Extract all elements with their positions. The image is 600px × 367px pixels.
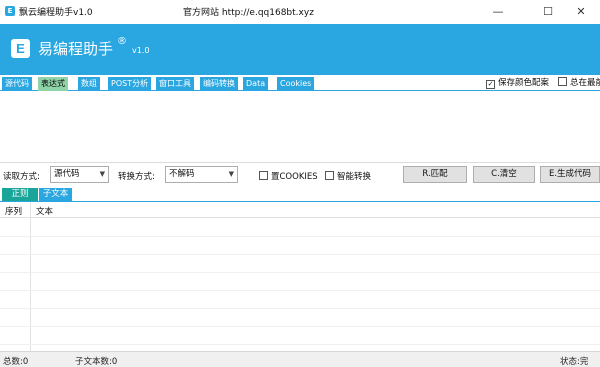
convert-mode-label: 转换方式: bbox=[118, 172, 155, 182]
convert-mode-select[interactable]: 不解码 ▼ bbox=[165, 166, 238, 183]
clear-button[interactable]: C.清空 bbox=[473, 166, 535, 183]
substring-count: 子文本数:0 bbox=[75, 357, 118, 367]
registered-mark: ® bbox=[117, 36, 127, 47]
row-divider bbox=[0, 308, 600, 309]
logo-icon: E bbox=[11, 39, 30, 58]
row-divider bbox=[0, 290, 600, 291]
total-count: 总数:0 bbox=[3, 357, 29, 367]
read-mode-select[interactable]: 源代码 ▼ bbox=[50, 166, 109, 183]
column-divider bbox=[30, 202, 31, 352]
status-bar: 总数:0 子文本数:0 状态:完 bbox=[0, 351, 600, 367]
tab-encoding-convert[interactable]: 编码转换 bbox=[200, 77, 238, 91]
maximize-button[interactable]: ☐ bbox=[533, 0, 563, 24]
convert-mode-value: 不解码 bbox=[169, 169, 195, 179]
always-on-top-checkbox[interactable] bbox=[558, 77, 567, 86]
state-text: 状态:完 bbox=[560, 357, 589, 367]
tab-source-code[interactable]: 源代码 bbox=[2, 77, 32, 91]
tab-window-tools[interactable]: 窗口工具 bbox=[156, 77, 194, 91]
row-divider bbox=[0, 326, 600, 327]
expression-input[interactable] bbox=[0, 91, 600, 163]
chevron-down-icon: ▼ bbox=[99, 170, 105, 178]
smart-convert-option[interactable]: 智能转换 bbox=[325, 170, 371, 182]
smart-convert-checkbox[interactable] bbox=[325, 171, 334, 180]
brand-title: 易编程助手 bbox=[38, 40, 114, 58]
save-colors-checkbox[interactable]: ✓ bbox=[486, 80, 495, 89]
read-mode-value: 源代码 bbox=[54, 169, 80, 179]
tab-post-analysis[interactable]: POST分析 bbox=[108, 77, 152, 91]
set-cookies-option[interactable]: 置COOKIES bbox=[259, 170, 318, 182]
column-header-index[interactable]: 序列 bbox=[5, 205, 22, 217]
read-mode-label: 读取方式: bbox=[3, 172, 40, 182]
table-header: 序列 文本 bbox=[0, 202, 600, 218]
column-header-text[interactable]: 文本 bbox=[36, 205, 53, 217]
main-tab-bar: 源代码 表达式 数组 POST分析 窗口工具 编码转换 Data Cookies… bbox=[0, 75, 600, 91]
row-divider bbox=[0, 254, 600, 255]
set-cookies-label: 置COOKIES bbox=[271, 172, 318, 182]
row-divider bbox=[0, 272, 600, 273]
tab-array[interactable]: 数组 bbox=[78, 77, 100, 91]
save-colors-option[interactable]: ✓ 保存颜色配案 bbox=[486, 77, 549, 89]
window-title: 飘云编程助手v1.0 bbox=[19, 8, 93, 18]
set-cookies-checkbox[interactable] bbox=[259, 171, 268, 180]
match-button[interactable]: R.匹配 bbox=[403, 166, 467, 183]
always-on-top-label: 总在最前 bbox=[570, 78, 600, 88]
results-table: 序列 文本 bbox=[0, 201, 600, 352]
always-on-top-option[interactable]: 总在最前 bbox=[558, 77, 600, 89]
row-divider bbox=[0, 344, 600, 345]
save-colors-label: 保存颜色配案 bbox=[498, 78, 550, 88]
minimize-button[interactable]: — bbox=[483, 0, 513, 24]
close-button[interactable]: ✕ bbox=[566, 0, 596, 24]
version-label: v1.0 bbox=[132, 46, 150, 55]
tab-cookies[interactable]: Cookies bbox=[277, 77, 315, 91]
tab-regex[interactable]: 正则 bbox=[2, 188, 38, 201]
tab-data[interactable]: Data bbox=[243, 77, 269, 91]
title-bar: E 飘云编程助手v1.0 官方网站 http://e.qq168bt.xyz —… bbox=[0, 0, 600, 24]
chevron-down-icon: ▼ bbox=[228, 170, 234, 178]
tab-expression[interactable]: 表达式 bbox=[38, 77, 68, 91]
window-site-text: 官方网站 http://e.qq168bt.xyz bbox=[183, 8, 314, 18]
app-header: E 易编程助手 ® v1.0 bbox=[0, 24, 600, 75]
smart-convert-label: 智能转换 bbox=[337, 172, 372, 182]
app-icon: E bbox=[5, 6, 15, 16]
generate-code-button[interactable]: E.生成代码 bbox=[540, 166, 600, 183]
tab-substring[interactable]: 子文本 bbox=[39, 188, 72, 201]
row-divider bbox=[0, 236, 600, 237]
